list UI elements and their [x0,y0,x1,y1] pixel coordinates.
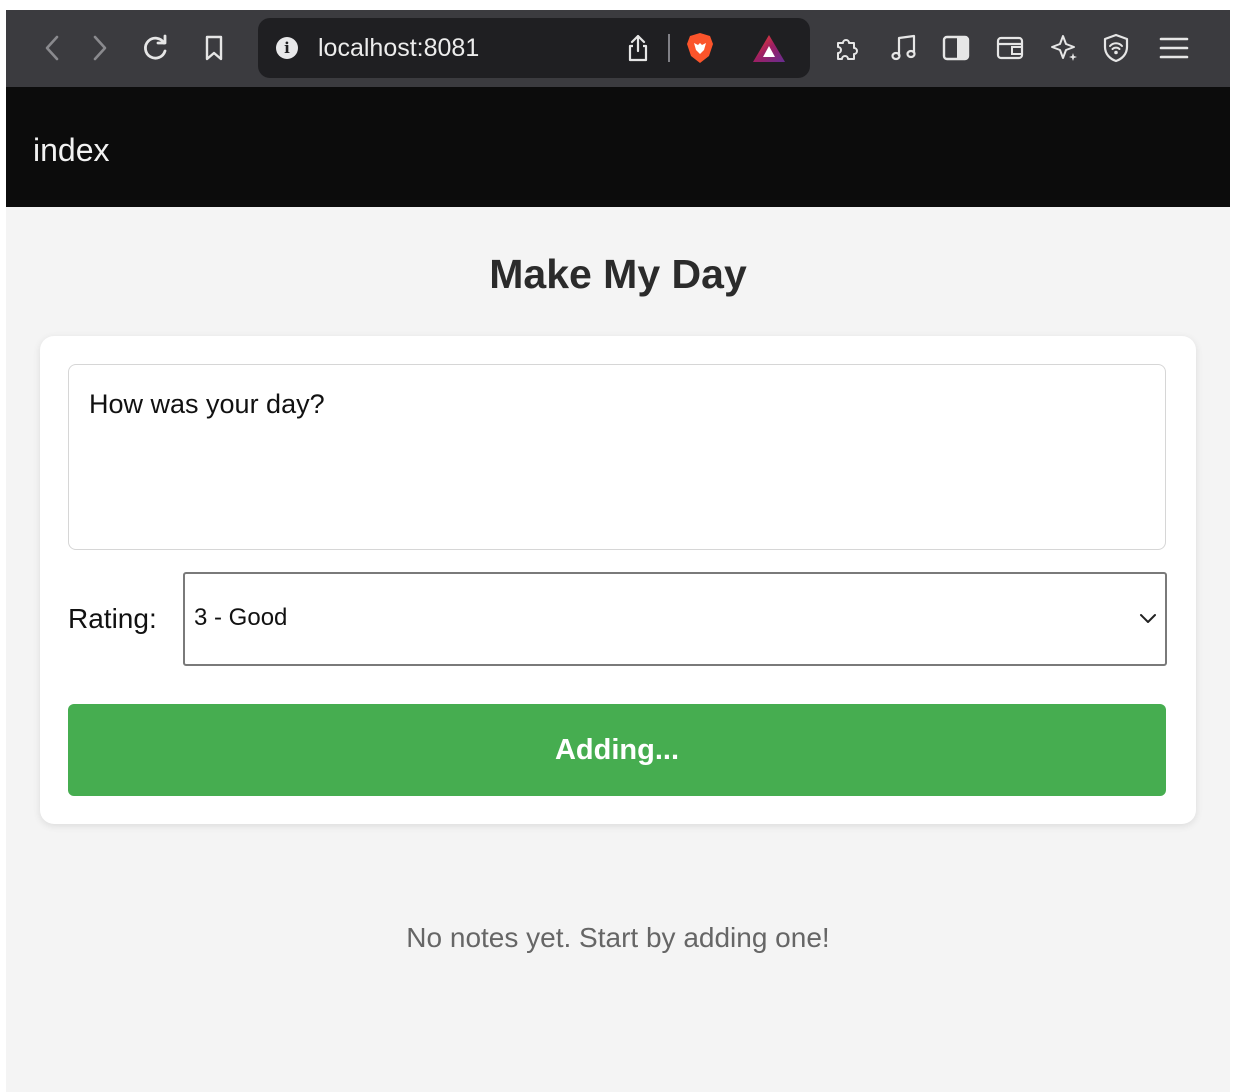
vpn-icon[interactable] [1098,30,1134,66]
forward-icon[interactable] [82,30,118,66]
media-icon[interactable] [886,30,922,66]
address-bar-divider [668,34,670,62]
add-note-button[interactable]: Adding... [68,704,1166,796]
back-icon[interactable] [34,30,70,66]
share-icon[interactable] [626,34,650,67]
url-text[interactable]: localhost:8081 [318,34,479,62]
window-edge [1230,10,1236,1092]
empty-state-message: No notes yet. Start by adding one! [406,922,830,953]
extensions-icon[interactable] [830,30,866,66]
rating-select[interactable]: 3 - Good [183,572,1167,666]
site-info-icon[interactable]: i [276,37,298,59]
leo-ai-icon[interactable] [1046,30,1082,66]
note-input[interactable] [68,364,1166,550]
brave-shields-icon[interactable] [685,32,715,69]
app-header-title[interactable]: index [33,132,110,168]
brave-rewards-icon[interactable] [752,34,786,69]
chevron-down-icon [1139,611,1157,630]
wallet-icon[interactable] [992,30,1028,66]
browser-toolbar: i localhost:8081 [6,10,1230,87]
menu-icon[interactable] [1156,30,1192,66]
page-title: Make My Day [489,251,747,297]
rating-label: Rating: [68,603,157,634]
bookmark-icon[interactable] [196,30,232,66]
reload-icon[interactable] [138,30,174,66]
note-form-card: Rating: 3 - Good Adding... [40,336,1196,824]
rating-selected-value: 3 - Good [194,604,288,631]
sidebar-icon[interactable] [938,30,974,66]
address-bar[interactable]: i localhost:8081 [258,18,810,78]
browser-window: i localhost:8081 index Make My Day How w… [6,10,1230,1092]
app-header: index [6,87,1230,207]
